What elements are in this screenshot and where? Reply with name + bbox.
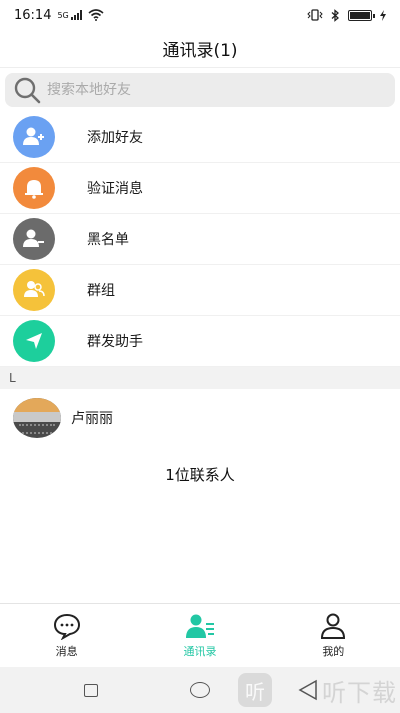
status-bar: 16:14 5G [0,0,400,30]
home-button[interactable] [190,682,210,698]
tab-label: 通讯录 [183,645,217,658]
menu-item-label: 黑名单 [87,232,129,248]
send-icon [13,320,55,362]
add-user-icon [13,116,55,158]
chat-bubble-icon [53,613,80,640]
search-bar[interactable] [5,73,395,107]
menu-item-label: 添加好友 [87,130,143,146]
group-icon [13,269,55,311]
wifi-icon [88,9,104,21]
menu-item-label: 群组 [87,283,115,299]
bottom-tab-bar: 消息 通讯录 我的 [0,603,400,667]
profile-icon [321,613,346,639]
menu-item-groups[interactable]: 群组 [0,265,400,316]
remove-user-icon [13,218,55,260]
tab-label: 我的 [322,645,345,658]
section-letter-header: L [0,367,400,389]
tab-profile[interactable]: 我的 [267,604,400,667]
avatar [13,398,61,438]
menu-item-label: 验证消息 [87,181,143,197]
status-time: 16:14 [14,7,52,23]
page-title: 通讯录(1) [0,30,400,68]
bell-icon [13,167,55,209]
tab-contacts[interactable]: 通讯录 [133,604,266,667]
contact-count: 1位联系人 [165,466,235,484]
tab-messages[interactable]: 消息 [0,604,133,667]
status-right [307,8,386,22]
menu-item-blacklist[interactable]: 黑名单 [0,214,400,265]
menu-item-add-friend[interactable]: 添加好友 [0,112,400,163]
function-menu: 添加好友 验证消息 黑名单 群组 群发助手 [0,112,400,367]
watermark-text: 听下载 [322,678,397,707]
vibrate-icon [307,9,323,21]
recent-apps-button[interactable] [84,684,98,697]
bluetooth-icon [331,8,339,22]
menu-item-label: 群发助手 [87,334,143,350]
search-input[interactable] [47,82,367,98]
contacts-icon [185,614,214,638]
contact-row[interactable]: 卢丽丽 [0,394,400,442]
search-icon [14,77,41,104]
menu-item-mass-send[interactable]: 群发助手 [0,316,400,367]
status-left: 16:14 5G [14,8,104,23]
battery-icon [348,9,375,21]
signal-icon: 5G [57,10,82,20]
watermark-logo-icon: 听 [238,673,272,707]
contact-name: 卢丽丽 [71,411,113,427]
system-nav-bar: 听 听下载 [0,667,400,713]
tab-label: 消息 [55,645,78,658]
charging-icon [380,9,386,21]
signal-label: 5G [57,11,69,20]
watermark: 听 听下载 [238,667,397,713]
menu-item-verification[interactable]: 验证消息 [0,163,400,214]
